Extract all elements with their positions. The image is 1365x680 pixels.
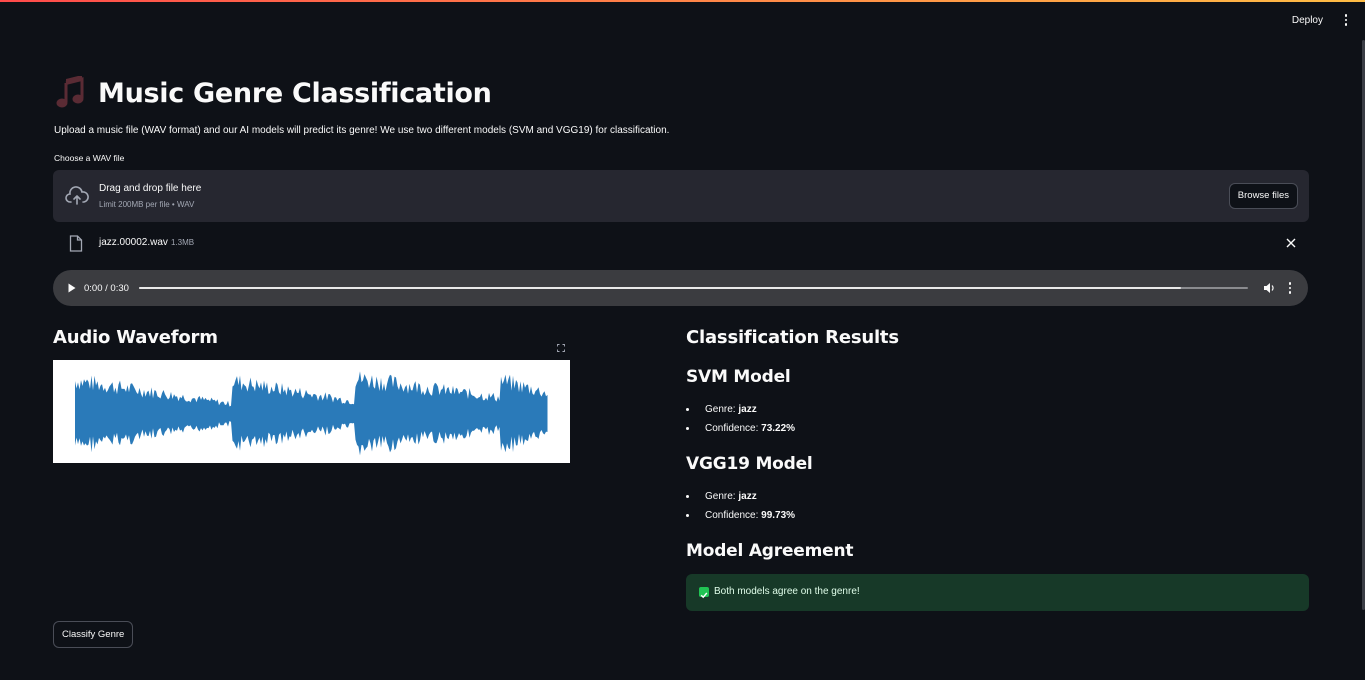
waveform-plot (53, 360, 570, 463)
page-title: Music Genre Classification (98, 77, 492, 109)
top-decoration-bar (0, 0, 1365, 2)
genre-label: Genre: (705, 404, 739, 415)
vgg-confidence-value: 99.73% (761, 510, 796, 521)
audio-options-icon[interactable] (1287, 281, 1293, 295)
volume-icon[interactable] (1262, 281, 1276, 295)
list-item: Genre: jazz (686, 400, 795, 419)
dropzone-title: Drag and drop file here (99, 183, 202, 194)
waveform-path (75, 371, 548, 456)
audio-player: 0:00 / 0:30 (53, 270, 1308, 306)
uploaded-file-size: 1.3MB (171, 238, 195, 247)
audio-seek-bar[interactable] (139, 287, 1248, 289)
app-header: Deploy (1292, 12, 1351, 28)
file-icon (69, 235, 83, 252)
title-row: Music Genre Classification (54, 76, 492, 110)
waveform-heading: Audio Waveform (53, 327, 218, 348)
audio-seek-fill (139, 287, 1182, 289)
kebab-menu-icon[interactable] (1341, 12, 1351, 28)
classify-genre-button[interactable]: Classify Genre (53, 621, 134, 648)
results-heading: Classification Results (686, 327, 899, 348)
genre-label: Genre: (705, 491, 739, 502)
vgg-model-heading: VGG19 Model (686, 454, 813, 474)
file-dropzone[interactable]: Drag and drop file here Limit 200MB per … (53, 170, 1309, 222)
check-icon (699, 587, 709, 599)
deploy-button[interactable]: Deploy (1292, 15, 1323, 26)
uploaded-file-name: jazz.00002.wav (99, 237, 168, 248)
cloud-upload-icon (65, 186, 89, 205)
svm-model-heading: SVM Model (686, 367, 791, 387)
page-description: Upload a music file (WAV format) and our… (54, 125, 670, 136)
audio-time: 0:00 / 0:30 (84, 283, 129, 294)
svm-confidence-value: 73.22% (761, 423, 796, 434)
model-agreement-heading: Model Agreement (686, 541, 854, 561)
close-icon[interactable] (1285, 237, 1297, 249)
confidence-label: Confidence: (705, 510, 762, 521)
agreement-alert: Both models agree on the genre! (686, 574, 1309, 611)
list-item: Genre: jazz (686, 487, 795, 506)
fullscreen-icon[interactable] (557, 344, 565, 352)
waveform-signal (75, 371, 548, 456)
agreement-message: Both models agree on the genre! (714, 586, 860, 597)
file-uploader-label: Choose a WAV file (54, 153, 125, 163)
vgg-results-list: Genre: jazz Confidence: 99.73% (686, 487, 795, 525)
svm-results-list: Genre: jazz Confidence: 73.22% (686, 400, 795, 438)
list-item: Confidence: 99.73% (686, 506, 795, 525)
musical-notes-icon (56, 76, 84, 108)
list-item: Confidence: 73.22% (686, 419, 795, 438)
vgg-genre-value: jazz (738, 491, 757, 502)
confidence-label: Confidence: (705, 423, 762, 434)
svm-genre-value: jazz (738, 404, 757, 415)
uploaded-file-row: jazz.00002.wav 1.3MB (53, 230, 1309, 258)
dropzone-limit: Limit 200MB per file • WAV (99, 200, 195, 209)
browse-files-button[interactable]: Browse files (1228, 183, 1298, 209)
play-icon[interactable] (67, 282, 77, 294)
